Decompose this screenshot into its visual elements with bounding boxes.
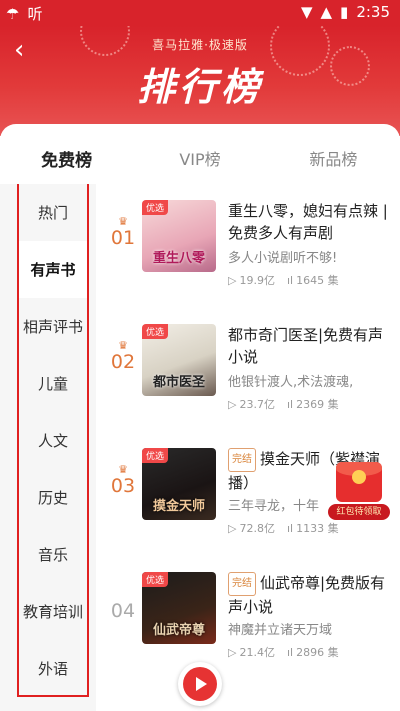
ranking-tabs: 免费榜 VIP榜 新品榜 [0, 124, 400, 184]
book-stats: ▷ 21.4亿 ıl 2896 集 [228, 644, 396, 660]
episode-count-value: 2369 集 [296, 398, 339, 411]
battery-icon: ▮ [340, 3, 349, 21]
episodes-icon: ıl [286, 397, 294, 411]
tab-new[interactable]: 新品榜 [267, 124, 400, 184]
rank-indicator: 04 [106, 588, 140, 622]
book-title-row: 完结 仙武帝尊|免费版有声小说 [228, 572, 396, 616]
signal-icon: ▲ [320, 3, 333, 21]
book-description: 神魔并立诸天万域 [228, 623, 333, 638]
episode-count-value: 1645 集 [296, 274, 339, 287]
ranking-list: ♛ 01 优选 重生八零 重生八零，媳妇有点辣 | 免费多人有声剧 多人小说剧听… [100, 184, 400, 711]
status-bar: ☂ 听 ▼ ▲ ▮ 2:35 [0, 0, 400, 26]
book-cover[interactable]: 优选 仙武帝尊 [142, 572, 216, 644]
book-description: 他银针渡人,术法渡魂, [228, 375, 354, 390]
book-info: 重生八零，媳妇有点辣 | 免费多人有声剧 多人小说剧听不够! ▷ 19.9亿 ıl… [228, 200, 396, 288]
play-count: ▷ 19.9亿 [228, 272, 275, 288]
finished-badge: 完结 [228, 448, 256, 472]
category-history[interactable]: 历史 [19, 469, 87, 526]
status-text: 听 [27, 5, 43, 23]
book-info: 完结 仙武帝尊|免费版有声小说 神魔并立诸天万域 ▷ 21.4亿 ıl 2896 集 [228, 572, 396, 660]
wifi-icon: ▼ [300, 3, 313, 21]
rank-number: 02 [110, 351, 136, 373]
episode-count-value: 2896 集 [296, 646, 339, 659]
book-cover[interactable]: 优选 重生八零 [142, 200, 216, 272]
book-stats: ▷ 23.7亿 ıl 2369 集 [228, 396, 396, 412]
category-children[interactable]: 儿童 [19, 355, 87, 412]
header-banner: ‹ 喜马拉雅·极速版 排行榜 [0, 26, 400, 136]
crown-icon: ♛ [118, 339, 128, 352]
play-count-value: 19.9亿 [239, 274, 275, 287]
featured-tag: 优选 [142, 572, 169, 587]
play-count-value: 21.4亿 [239, 646, 275, 659]
category-music[interactable]: 音乐 [19, 526, 87, 583]
episode-count: ıl 1645 集 [287, 272, 339, 288]
ranking-card: 免费榜 VIP榜 新品榜 热门 有声书 相声评书 儿童 人文 历史 音乐 教育培… [0, 124, 400, 711]
rank-number: 03 [110, 475, 136, 497]
category-sidebar: 热门 有声书 相声评书 儿童 人文 历史 音乐 教育培训 外语 [0, 184, 96, 711]
play-count: ▷ 23.7亿 [228, 396, 275, 412]
book-title[interactable]: 都市奇门医圣|免费有声小说 [228, 324, 396, 368]
tab-vip[interactable]: VIP榜 [133, 124, 266, 184]
clock: 2:35 [356, 3, 390, 21]
category-education[interactable]: 教育培训 [19, 583, 87, 640]
play-count-icon: ▷ [228, 521, 237, 535]
cover-title: 重生八零 [152, 251, 205, 266]
red-packet-label: 红包待领取 [328, 504, 390, 520]
category-audiobook[interactable]: 有声书 [19, 241, 87, 298]
tab-free[interactable]: 免费榜 [0, 124, 133, 184]
rank-indicator: ♛ 02 [106, 340, 140, 373]
red-packet-coin [352, 470, 366, 484]
rank-number: 04 [110, 600, 136, 622]
cover-title: 都市医圣 [152, 375, 205, 390]
finished-badge: 完结 [228, 572, 256, 596]
book-cover[interactable]: 优选 都市医圣 [142, 324, 216, 396]
episodes-icon: ıl [286, 521, 294, 535]
list-item[interactable]: ♛ 02 优选 都市医圣 都市奇门医圣|免费有声小说 他银针渡人,术法渡魂, ▷… [100, 308, 400, 428]
category-humanities[interactable]: 人文 [19, 412, 87, 469]
play-count: ▷ 72.8亿 [228, 520, 275, 536]
episode-count: ıl 2369 集 [287, 396, 339, 412]
cover-title: 仙武帝尊 [152, 623, 205, 638]
book-stats: ▷ 72.8亿 ıl 1133 集 [228, 520, 396, 536]
brand-name: 喜马拉雅·极速版 [152, 38, 248, 52]
category-crosstalk[interactable]: 相声评书 [19, 298, 87, 355]
play-triangle [196, 677, 207, 691]
play-count-value: 72.8亿 [239, 522, 275, 535]
play-count-icon: ▷ [228, 273, 237, 287]
featured-tag: 优选 [142, 324, 169, 339]
category-language[interactable]: 外语 [19, 640, 87, 697]
red-packet-button[interactable]: 红包待领取 [328, 462, 390, 522]
category-list: 热门 有声书 相声评书 儿童 人文 历史 音乐 教育培训 外语 [17, 184, 89, 697]
book-stats: ▷ 19.9亿 ıl 1645 集 [228, 272, 396, 288]
cover-title: 摸金天师 [152, 499, 205, 514]
book-info: 都市奇门医圣|免费有声小说 他银针渡人,术法渡魂, ▷ 23.7亿 ıl 2369 … [228, 324, 396, 412]
play-count-value: 23.7亿 [239, 398, 275, 411]
crown-icon: ♛ [118, 215, 128, 228]
episode-count: ıl 2896 集 [287, 644, 339, 660]
player-button[interactable] [178, 662, 222, 706]
category-hot[interactable]: 热门 [19, 184, 87, 241]
page-title: 排行榜 [136, 65, 263, 109]
play-icon [183, 667, 217, 701]
episodes-icon: ıl [286, 273, 294, 287]
list-item[interactable]: ♛ 01 优选 重生八零 重生八零，媳妇有点辣 | 免费多人有声剧 多人小说剧听… [100, 184, 400, 304]
list-item[interactable]: 04 优选 仙武帝尊 完结 仙武帝尊|免费版有声小说 神魔并立诸天万域 ▷ 21.4… [100, 556, 400, 676]
rank-number: 01 [110, 227, 136, 249]
featured-tag: 优选 [142, 200, 169, 215]
rank-indicator: ♛ 03 [106, 464, 140, 497]
book-description: 多人小说剧听不够! [228, 251, 338, 266]
featured-tag: 优选 [142, 448, 169, 463]
episode-count-value: 1133 集 [296, 522, 339, 535]
crown-icon: ♛ [118, 463, 128, 476]
play-count-icon: ▷ [228, 397, 237, 411]
book-title[interactable]: 重生八零，媳妇有点辣 | 免费多人有声剧 [228, 200, 396, 244]
play-count: ▷ 21.4亿 [228, 644, 275, 660]
episodes-icon: ıl [286, 645, 294, 659]
episode-count: ıl 1133 集 [287, 520, 339, 536]
book-cover[interactable]: 优选 摸金天师 [142, 448, 216, 520]
rank-indicator: ♛ 01 [106, 216, 140, 249]
app-notification-icon: ☂ [6, 4, 20, 23]
play-count-icon: ▷ [228, 645, 237, 659]
